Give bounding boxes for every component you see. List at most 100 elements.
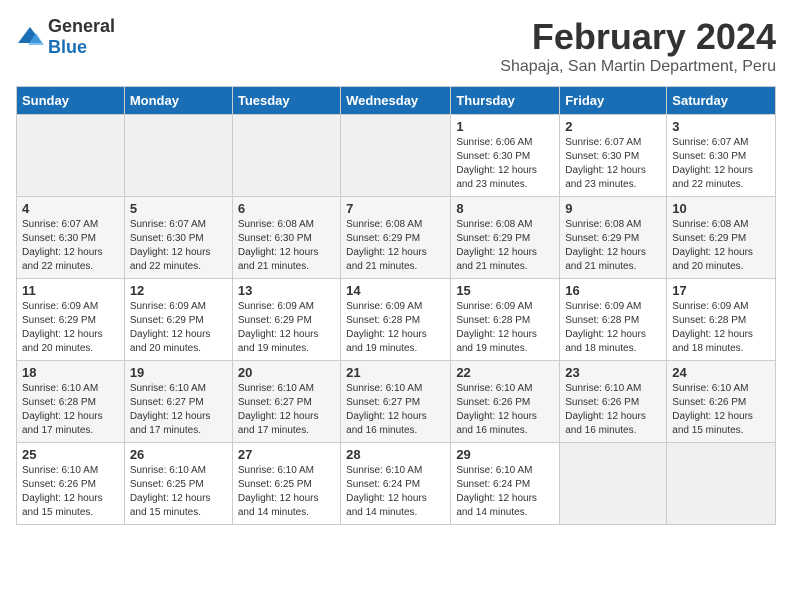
calendar-cell: 16 Sunrise: 6:09 AMSunset: 6:28 PMDayligh… xyxy=(560,279,667,361)
logo-text: General Blue xyxy=(48,16,115,58)
day-info: Sunrise: 6:09 AMSunset: 6:29 PMDaylight:… xyxy=(238,300,335,356)
weekday-header-saturday: Saturday xyxy=(667,87,776,115)
day-info: Sunrise: 6:10 AMSunset: 6:26 PMDaylight:… xyxy=(456,382,554,438)
calendar-cell: 25Sunrise: 6:10 AMSunset: 6:26 PMDayligh… xyxy=(17,443,125,525)
day-number: 9 xyxy=(565,201,661,216)
day-info: Sunrise: 6:10 AMSunset: 6:24 PMDaylight:… xyxy=(346,464,445,520)
day-info: Sunrise: 6:10 AMSunset: 6:26 PMDaylight:… xyxy=(22,464,119,520)
title-area: February 2024 Shapaja, San Martin Depart… xyxy=(500,16,776,76)
calendar-cell xyxy=(232,115,340,197)
day-number: 14 xyxy=(346,283,445,298)
logo-icon xyxy=(16,23,44,51)
day-info: Sunrise: 6:09 AMSunset: 6:29 PMDaylight:… xyxy=(22,300,119,356)
day-info: Sunrise: 6:10 AMSunset: 6:25 PMDaylight:… xyxy=(130,464,227,520)
calendar-cell: 15 Sunrise: 6:09 AMSunset: 6:28 PMDayligh… xyxy=(451,279,560,361)
day-number: 24 xyxy=(672,365,770,380)
month-title: February 2024 xyxy=(500,16,776,58)
day-number: 7 xyxy=(346,201,445,216)
day-info: Sunrise: 6:10 AMSunset: 6:27 PMDaylight:… xyxy=(130,382,227,438)
day-info: Sunrise: 6:08 AMSunset: 6:29 PMDaylight:… xyxy=(565,218,661,274)
calendar-week-4: 18 Sunrise: 6:10 AMSunset: 6:28 PMDayligh… xyxy=(17,361,776,443)
header-area: General Blue February 2024 Shapaja, San … xyxy=(16,16,776,76)
day-number: 28 xyxy=(346,447,445,462)
day-info: Sunrise: 6:07 AMSunset: 6:30 PMDaylight:… xyxy=(130,218,227,274)
day-number: 13 xyxy=(238,283,335,298)
day-info: Sunrise: 6:08 AMSunset: 6:29 PMDaylight:… xyxy=(456,218,554,274)
location-title: Shapaja, San Martin Department, Peru xyxy=(500,58,776,76)
day-info: Sunrise: 6:09 AMSunset: 6:28 PMDaylight:… xyxy=(346,300,445,356)
logo-blue: Blue xyxy=(48,37,87,57)
day-info: Sunrise: 6:07 AMSunset: 6:30 PMDaylight:… xyxy=(22,218,119,274)
weekday-header-thursday: Thursday xyxy=(451,87,560,115)
day-number: 20 xyxy=(238,365,335,380)
day-number: 19 xyxy=(130,365,227,380)
calendar-cell: 9 Sunrise: 6:08 AMSunset: 6:29 PMDaylight… xyxy=(560,197,667,279)
day-number: 1 xyxy=(456,119,554,134)
day-info: Sunrise: 6:10 AMSunset: 6:26 PMDaylight:… xyxy=(565,382,661,438)
day-info: Sunrise: 6:09 AMSunset: 6:28 PMDaylight:… xyxy=(456,300,554,356)
calendar-cell: 19 Sunrise: 6:10 AMSunset: 6:27 PMDayligh… xyxy=(124,361,232,443)
calendar-cell: 18 Sunrise: 6:10 AMSunset: 6:28 PMDayligh… xyxy=(17,361,125,443)
day-number: 15 xyxy=(456,283,554,298)
calendar-week-5: 25Sunrise: 6:10 AMSunset: 6:26 PMDayligh… xyxy=(17,443,776,525)
calendar-cell: 22 Sunrise: 6:10 AMSunset: 6:26 PMDayligh… xyxy=(451,361,560,443)
calendar-cell: 14 Sunrise: 6:09 AMSunset: 6:28 PMDayligh… xyxy=(341,279,451,361)
day-info: Sunrise: 6:08 AMSunset: 6:29 PMDaylight:… xyxy=(346,218,445,274)
calendar-cell: 23 Sunrise: 6:10 AMSunset: 6:26 PMDayligh… xyxy=(560,361,667,443)
weekday-header-friday: Friday xyxy=(560,87,667,115)
logo: General Blue xyxy=(16,16,115,58)
day-info: Sunrise: 6:09 AMSunset: 6:28 PMDaylight:… xyxy=(672,300,770,356)
day-info: Sunrise: 6:10 AMSunset: 6:28 PMDaylight:… xyxy=(22,382,119,438)
day-info: Sunrise: 6:09 AMSunset: 6:28 PMDaylight:… xyxy=(565,300,661,356)
day-number: 26 xyxy=(130,447,227,462)
calendar-cell: 1 Sunrise: 6:06 AMSunset: 6:30 PMDaylight… xyxy=(451,115,560,197)
calendar-cell: 17 Sunrise: 6:09 AMSunset: 6:28 PMDayligh… xyxy=(667,279,776,361)
calendar-cell xyxy=(124,115,232,197)
calendar-table: SundayMondayTuesdayWednesdayThursdayFrid… xyxy=(16,86,776,525)
day-number: 3 xyxy=(672,119,770,134)
calendar-cell: 11Sunrise: 6:09 AMSunset: 6:29 PMDayligh… xyxy=(17,279,125,361)
calendar-cell: 6Sunrise: 6:08 AMSunset: 6:30 PMDaylight… xyxy=(232,197,340,279)
day-number: 18 xyxy=(22,365,119,380)
day-number: 5 xyxy=(130,201,227,216)
day-info: Sunrise: 6:06 AMSunset: 6:30 PMDaylight:… xyxy=(456,136,554,192)
calendar-cell xyxy=(341,115,451,197)
weekday-header-row: SundayMondayTuesdayWednesdayThursdayFrid… xyxy=(17,87,776,115)
calendar-cell: 24Sunrise: 6:10 AMSunset: 6:26 PMDayligh… xyxy=(667,361,776,443)
day-number: 6 xyxy=(238,201,335,216)
calendar-cell: 28 Sunrise: 6:10 AMSunset: 6:24 PMDayligh… xyxy=(341,443,451,525)
weekday-header-tuesday: Tuesday xyxy=(232,87,340,115)
day-number: 12 xyxy=(130,283,227,298)
weekday-header-wednesday: Wednesday xyxy=(341,87,451,115)
calendar-cell: 10Sunrise: 6:08 AMSunset: 6:29 PMDayligh… xyxy=(667,197,776,279)
calendar-week-3: 11Sunrise: 6:09 AMSunset: 6:29 PMDayligh… xyxy=(17,279,776,361)
calendar-week-2: 4 Sunrise: 6:07 AMSunset: 6:30 PMDaylight… xyxy=(17,197,776,279)
day-number: 4 xyxy=(22,201,119,216)
day-info: Sunrise: 6:10 AMSunset: 6:27 PMDaylight:… xyxy=(346,382,445,438)
day-info: Sunrise: 6:10 AMSunset: 6:24 PMDaylight:… xyxy=(456,464,554,520)
day-info: Sunrise: 6:07 AMSunset: 6:30 PMDaylight:… xyxy=(565,136,661,192)
day-info: Sunrise: 6:07 AMSunset: 6:30 PMDaylight:… xyxy=(672,136,770,192)
day-number: 21 xyxy=(346,365,445,380)
calendar-cell: 13 Sunrise: 6:09 AMSunset: 6:29 PMDayligh… xyxy=(232,279,340,361)
calendar-cell xyxy=(17,115,125,197)
calendar-cell: 21 Sunrise: 6:10 AMSunset: 6:27 PMDayligh… xyxy=(341,361,451,443)
day-number: 17 xyxy=(672,283,770,298)
day-number: 2 xyxy=(565,119,661,134)
weekday-header-sunday: Sunday xyxy=(17,87,125,115)
day-number: 22 xyxy=(456,365,554,380)
day-info: Sunrise: 6:09 AMSunset: 6:29 PMDaylight:… xyxy=(130,300,227,356)
day-info: Sunrise: 6:10 AMSunset: 6:27 PMDaylight:… xyxy=(238,382,335,438)
calendar-cell: 8 Sunrise: 6:08 AMSunset: 6:29 PMDaylight… xyxy=(451,197,560,279)
calendar-cell xyxy=(560,443,667,525)
calendar-cell: 7 Sunrise: 6:08 AMSunset: 6:29 PMDaylight… xyxy=(341,197,451,279)
calendar-cell: 29Sunrise: 6:10 AMSunset: 6:24 PMDayligh… xyxy=(451,443,560,525)
day-number: 8 xyxy=(456,201,554,216)
day-number: 16 xyxy=(565,283,661,298)
weekday-header-monday: Monday xyxy=(124,87,232,115)
calendar-cell: 20 Sunrise: 6:10 AMSunset: 6:27 PMDayligh… xyxy=(232,361,340,443)
calendar-cell: 4 Sunrise: 6:07 AMSunset: 6:30 PMDaylight… xyxy=(17,197,125,279)
logo-general: General xyxy=(48,16,115,36)
calendar-cell: 12 Sunrise: 6:09 AMSunset: 6:29 PMDayligh… xyxy=(124,279,232,361)
day-number: 23 xyxy=(565,365,661,380)
